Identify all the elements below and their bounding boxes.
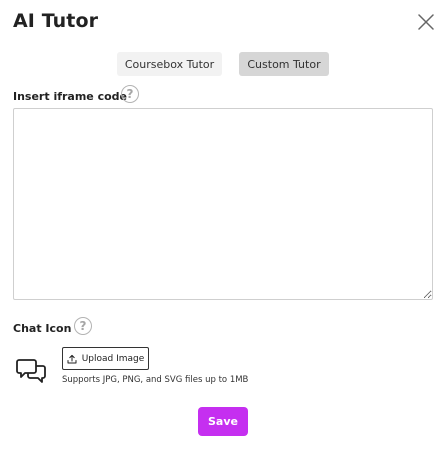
close-button[interactable] [414, 10, 438, 34]
upload-hint: Supports JPG, PNG, and SVG files up to 1… [62, 375, 249, 385]
iframe-code-input[interactable] [13, 108, 433, 300]
chat-icon-label: Chat Icon [13, 322, 72, 335]
dialog-title: AI Tutor [13, 10, 99, 32]
upload-image-label: Upload Image [81, 353, 145, 364]
ai-tutor-dialog: AI Tutor Coursebox Tutor Custom Tutor In… [0, 0, 444, 462]
tab-coursebox-tutor[interactable]: Coursebox Tutor [117, 52, 222, 76]
iframe-code-label: Insert iframe code [13, 90, 128, 103]
tab-custom-tutor[interactable]: Custom Tutor [239, 52, 329, 76]
upload-icon [67, 354, 77, 363]
upload-image-button[interactable]: Upload Image [62, 347, 149, 370]
save-button[interactable]: Save [198, 407, 248, 436]
chat-bubbles-icon [16, 359, 46, 383]
close-icon [418, 14, 434, 30]
question-circle-icon[interactable]: ? [121, 85, 139, 103]
question-circle-icon[interactable]: ? [74, 317, 92, 335]
